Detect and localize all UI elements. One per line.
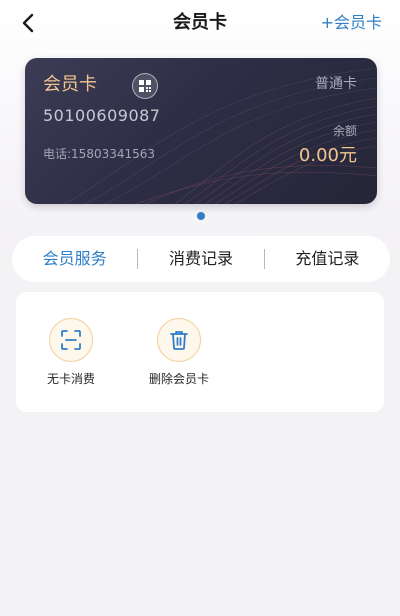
card-type: 普通卡 <box>315 76 357 92</box>
services-panel: 无卡消费 删除会员卡 <box>16 292 384 412</box>
member-card-page: 会员卡 +会员卡 会员卡 普通卡 50100609087 余额 电话:15803… <box>0 0 400 616</box>
balance-label: 余额 <box>332 124 357 138</box>
no-card-payment-button[interactable]: 无卡消费 <box>26 318 116 388</box>
tab-member-services[interactable]: 会员服务 <box>12 247 137 271</box>
balance-value: 0.00元 <box>298 145 357 166</box>
scan-icon <box>61 330 81 350</box>
carousel-indicator-dot <box>197 212 205 220</box>
service-label: 无卡消费 <box>46 372 95 386</box>
tab-recharge-records[interactable]: 充值记录 <box>265 247 390 271</box>
card-name: 会员卡 <box>43 74 97 95</box>
tab-consumption-records[interactable]: 消费记录 <box>138 247 263 271</box>
delete-card-button[interactable]: 删除会员卡 <box>134 318 224 388</box>
member-card[interactable]: 会员卡 普通卡 50100609087 余额 电话:15803341563 0.… <box>25 58 377 204</box>
top-bar: 会员卡 +会员卡 <box>0 0 400 46</box>
service-icon-ring <box>49 318 93 362</box>
service-icon-ring <box>157 318 201 362</box>
add-card-button[interactable]: +会员卡 <box>321 11 382 35</box>
qr-code-icon <box>139 80 151 92</box>
trash-icon <box>170 331 188 350</box>
card-number: 50100609087 <box>43 106 161 125</box>
card-phone: 电话:15803341563 <box>43 147 156 161</box>
qr-code-button[interactable] <box>132 73 158 99</box>
tab-bar: 会员服务 消费记录 充值记录 <box>12 236 390 282</box>
service-label: 删除会员卡 <box>148 372 209 386</box>
